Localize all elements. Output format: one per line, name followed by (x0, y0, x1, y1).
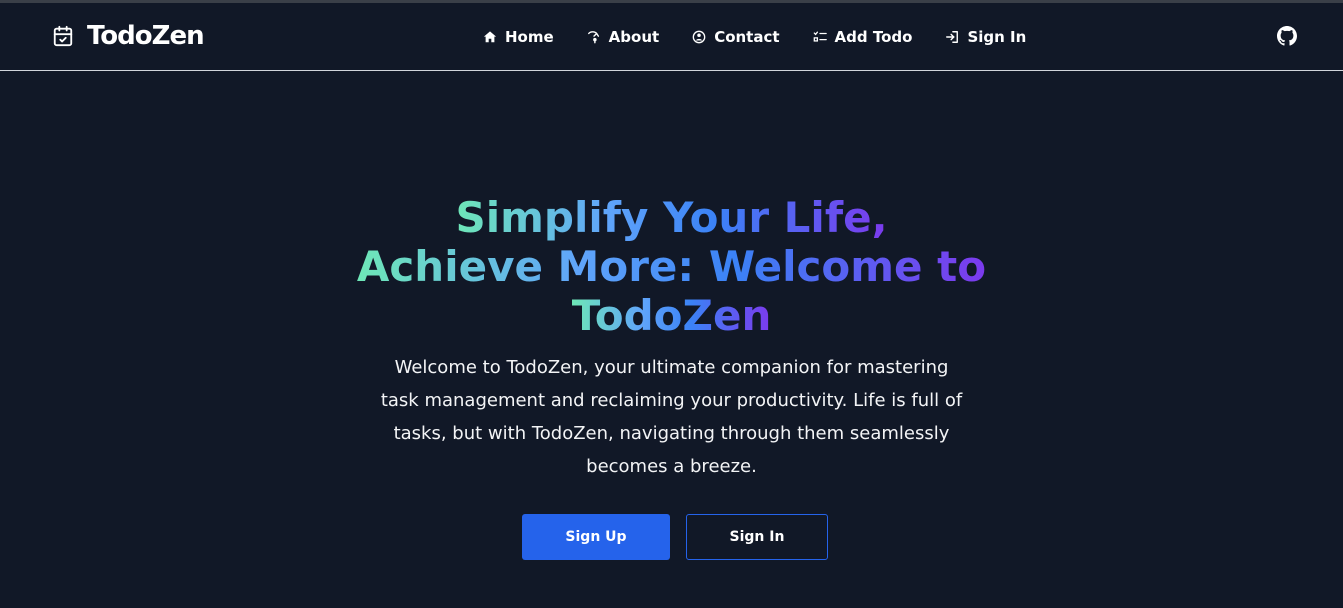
hero-description-line: becomes a breeze. (586, 456, 757, 477)
nav-item-add-todo[interactable]: Add Todo (813, 28, 913, 46)
hero-description-line: task management and reclaiming your prod… (380, 390, 963, 411)
about-icon (587, 31, 599, 44)
calendar-check-icon (53, 25, 73, 47)
brand-link[interactable]: TodoZen (52, 21, 205, 51)
hero-section: Simplify Your Life, Achieve More: Welcom… (0, 71, 1343, 608)
github-link[interactable] (1277, 26, 1297, 46)
github-icon (1277, 26, 1297, 46)
list-check-icon (813, 31, 827, 42)
sign-in-button[interactable]: Sign In (686, 514, 828, 560)
nav-item-about[interactable]: About (587, 28, 660, 46)
nav-item-home[interactable]: Home (483, 28, 554, 46)
hero-title: Simplify Your Life, Achieve More: Welcom… (0, 193, 1343, 340)
nav-item-label: Sign In (967, 28, 1027, 46)
nav-item-label: About (608, 28, 660, 46)
home-icon (483, 31, 497, 43)
nav-item-label: Add Todo (834, 28, 913, 46)
hero-title-line: Simplify Your Life, (455, 193, 888, 242)
sign-up-button[interactable]: Sign Up (522, 514, 670, 560)
nav-item-label: Contact (714, 28, 780, 46)
nav-item-contact[interactable]: Contact (692, 28, 780, 46)
hero-description-line: Welcome to TodoZen, your ultimate compan… (394, 357, 949, 378)
top-navbar: TodoZen Home About Contact Add Todo Sign… (0, 3, 1343, 71)
hero-description: Welcome to TodoZen, your ultimate compan… (0, 351, 1343, 483)
brand-name: TodoZen (87, 21, 205, 51)
sign-in-icon (946, 31, 959, 43)
nav-item-sign-in[interactable]: Sign In (945, 28, 1026, 46)
hero-title-line: Achieve More: Welcome to (356, 242, 987, 291)
nav-item-label: Home (505, 28, 554, 46)
hero-title-line: TodoZen (571, 291, 772, 340)
contact-icon (692, 30, 706, 44)
nav-links: Home About Contact Add Todo Sign In (483, 28, 1026, 46)
hero-description-line: tasks, but with TodoZen, navigating thro… (393, 423, 950, 444)
